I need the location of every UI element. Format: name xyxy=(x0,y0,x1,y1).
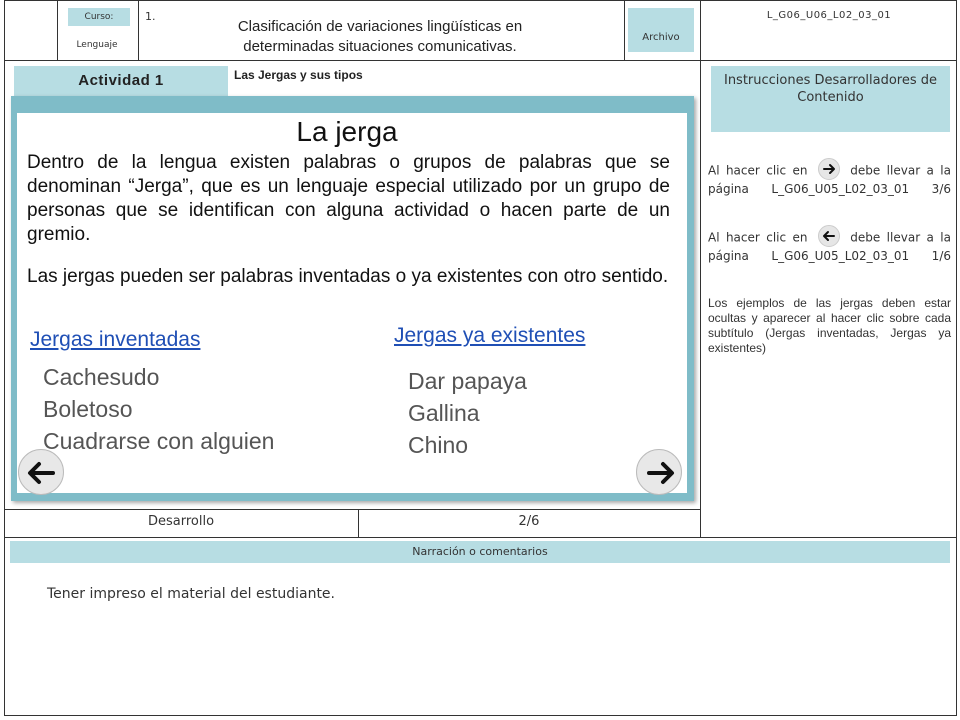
activity-topic: Las Jergas y sus tipos xyxy=(234,68,363,82)
list-item: Boletoso xyxy=(43,396,133,422)
existing-jargon-list: Dar papaya Gallina Chino xyxy=(408,365,527,461)
narration-divider xyxy=(4,537,957,538)
list-item: Chino xyxy=(408,432,469,458)
prev-instruction-prefix: Al hacer clic en xyxy=(708,230,808,245)
existing-jargon-heading[interactable]: Jergas ya existentes xyxy=(394,324,585,348)
arrow-left-icon xyxy=(28,462,55,484)
next-instruction: Al hacer clic en debe llevar a la página… xyxy=(708,158,951,197)
header-col-2 xyxy=(138,0,139,60)
lesson-title-line1: Clasificación de variaciones lingüística… xyxy=(237,18,523,35)
invented-jargon-list: Cachesudo Boletoso Cuadrarse con alguien xyxy=(43,361,274,457)
course-label: Curso: xyxy=(68,8,130,26)
prev-instruction: Al hacer clic en debe llevar a la página… xyxy=(708,225,951,264)
footer-divider xyxy=(4,509,700,510)
lesson-title: Clasificación de variaciones lingüística… xyxy=(160,17,600,57)
page-indicator: 2/6 xyxy=(518,514,540,529)
instructions-heading: Instrucciones Desarrolladores de Conteni… xyxy=(711,66,950,132)
lesson-title-line2: determinadas situaciones comunicativas. xyxy=(243,38,517,55)
header-col-3 xyxy=(624,0,625,60)
invented-jargon-heading[interactable]: Jergas inventadas xyxy=(30,328,200,352)
grade-number: 1. xyxy=(145,10,156,23)
arrow-right-icon xyxy=(817,158,840,180)
arrow-left-icon xyxy=(817,225,840,247)
side-column-divider xyxy=(700,0,701,537)
prev-button[interactable] xyxy=(18,449,64,495)
list-item: Cachesudo xyxy=(43,364,160,390)
arrow-right-icon xyxy=(647,462,674,484)
next-instruction-prefix: Al hacer clic en xyxy=(708,163,808,178)
subject-label: Lenguaje xyxy=(76,40,118,50)
slide-title: La jerga xyxy=(296,116,398,147)
narration-label: Narración o comentarios xyxy=(10,541,950,563)
stage-label: Desarrollo xyxy=(147,514,215,529)
list-item: Gallina xyxy=(408,400,480,426)
slide-paragraph-1: Dentro de la lengua existen palabras o g… xyxy=(27,152,670,245)
list-item: Cuadrarse con alguien xyxy=(43,428,275,454)
narration-text: Tener impreso el material del estudiante… xyxy=(47,586,335,602)
file-code: L_G06_U06_L02_03_01 xyxy=(766,10,892,21)
next-button[interactable] xyxy=(636,449,682,495)
slide-paragraph-2: Las jergas pueden ser palabras inventada… xyxy=(27,266,669,287)
list-item: Dar papaya xyxy=(408,368,527,394)
examples-instruction: Los ejemplos de las jergas deben estar o… xyxy=(708,296,951,355)
archive-label: Archivo xyxy=(628,8,694,52)
header-divider xyxy=(4,60,957,61)
header-col-1 xyxy=(57,0,58,60)
activity-badge: Actividad 1 xyxy=(14,66,228,98)
